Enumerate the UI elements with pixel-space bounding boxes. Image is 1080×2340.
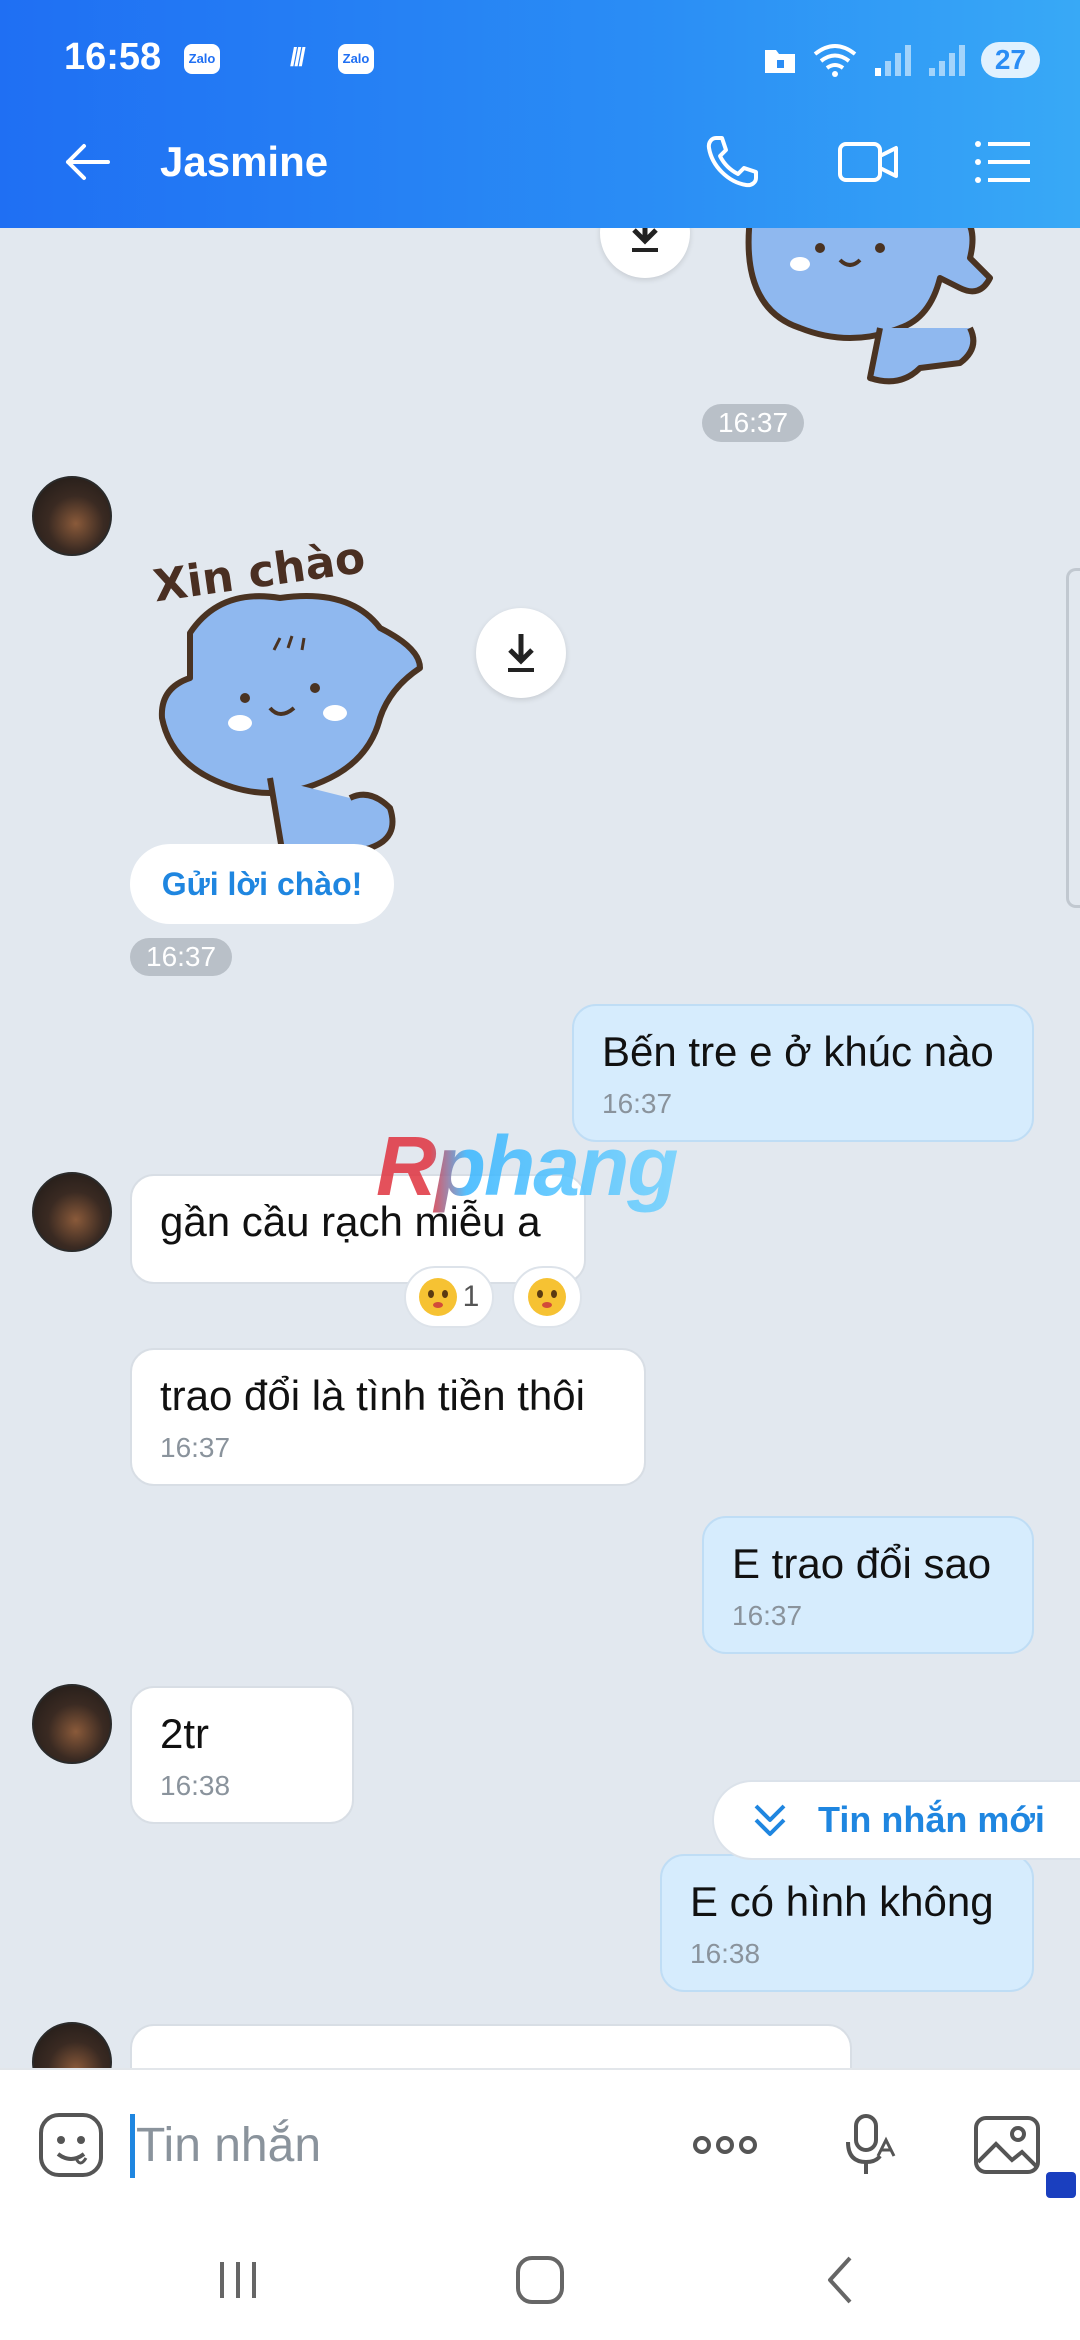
- avatar[interactable]: [32, 1684, 112, 1764]
- new-messages-button[interactable]: Tin nhắn mới: [712, 1780, 1080, 1860]
- text-cursor: [130, 2114, 135, 2178]
- nav-bar: Jasmine: [0, 120, 1080, 204]
- message-time: 16:37: [602, 1088, 673, 1119]
- signal-icon-2: [928, 45, 965, 76]
- zalo-notification-icon-2: Zalo: [338, 44, 374, 74]
- scroll-indicator[interactable]: [1066, 568, 1080, 908]
- message-outgoing[interactable]: E trao đổi sao 16:37: [702, 1516, 1034, 1654]
- message-input[interactable]: Tin nhắn: [136, 2118, 321, 2173]
- status-indicators: 27: [763, 36, 1040, 84]
- download-sticker-button-2[interactable]: [476, 608, 566, 698]
- more-options-icon[interactable]: [690, 2110, 760, 2180]
- battery-indicator: 27: [980, 42, 1040, 78]
- message-time: 16:38: [160, 1770, 231, 1801]
- new-messages-label: Tin nhắn mới: [818, 1799, 1045, 1840]
- cat-sticker-outgoing[interactable]: [730, 228, 1010, 398]
- message-input-bar: Tin nhắn: [0, 2068, 1080, 2218]
- message-time: 16:37: [130, 938, 233, 976]
- download-sticker-button[interactable]: [600, 228, 690, 278]
- message-time: 16:37: [702, 404, 805, 442]
- message-time: 16:37: [732, 1600, 803, 1631]
- wifi-icon: [813, 44, 857, 77]
- message-text: Bến tre e ở khúc nào: [602, 1028, 994, 1075]
- reaction-count: 1: [462, 1280, 480, 1313]
- sticker-emoji-icon[interactable]: [36, 2110, 106, 2180]
- system-navigation-bar: [0, 2218, 1080, 2340]
- menu-list-icon[interactable]: [970, 130, 1034, 194]
- folder-lock-icon: [764, 50, 795, 73]
- reaction-count-badge[interactable]: 1: [404, 1266, 494, 1328]
- avatar[interactable]: [32, 2022, 112, 2068]
- download-icon: [508, 634, 534, 672]
- double-chevron-down-icon: [754, 1804, 786, 1836]
- message-outgoing[interactable]: E có hình không 16:38: [660, 1854, 1034, 1992]
- zalo-notification-icon: Zalo: [184, 44, 220, 74]
- keyboard-indicator-icon: [1046, 2172, 1076, 2198]
- surprised-emoji-icon: [528, 1278, 566, 1316]
- avatar[interactable]: [32, 476, 112, 556]
- status-time: 16:58: [64, 36, 162, 78]
- add-reaction-button[interactable]: [512, 1266, 582, 1328]
- recent-apps-icon[interactable]: [206, 2248, 270, 2312]
- contact-name[interactable]: Jasmine: [160, 138, 328, 186]
- message-incoming[interactable]: trao đổi là tình tiền thôi 16:37: [130, 1348, 646, 1486]
- surprised-emoji-icon: [418, 1278, 457, 1316]
- message-text: trao đổi là tình tiền thôi: [160, 1372, 585, 1419]
- back-arrow-icon[interactable]: [58, 132, 118, 192]
- back-icon[interactable]: [810, 2248, 874, 2312]
- download-icon: [632, 228, 658, 252]
- message-incoming-partial[interactable]: [130, 2024, 852, 2068]
- message-time: 16:38: [690, 1938, 761, 1969]
- status-bar: 16:58 Zalo /// Zalo 27: [64, 30, 1040, 90]
- video-call-icon[interactable]: [836, 130, 900, 194]
- avatar[interactable]: [32, 1172, 112, 1252]
- notification-icon: ///: [290, 42, 306, 72]
- message-incoming[interactable]: 2tr 16:38: [130, 1686, 354, 1824]
- watermark: Rphang: [376, 1119, 679, 1213]
- send-greeting-button[interactable]: Gửi lời chào!: [130, 844, 394, 924]
- message-text: 2tr: [160, 1710, 210, 1757]
- home-icon[interactable]: [508, 2248, 572, 2312]
- message-time: 16:37: [160, 1432, 231, 1463]
- message-text: E có hình không: [690, 1878, 994, 1925]
- voice-to-text-icon[interactable]: [836, 2110, 906, 2180]
- chat-header: 16:58 Zalo /// Zalo 27 Jasmine: [0, 0, 1080, 228]
- image-gallery-icon[interactable]: [972, 2110, 1042, 2180]
- message-text: E trao đổi sao: [732, 1540, 992, 1587]
- phone-icon[interactable]: [700, 130, 764, 194]
- signal-icon: [874, 45, 911, 76]
